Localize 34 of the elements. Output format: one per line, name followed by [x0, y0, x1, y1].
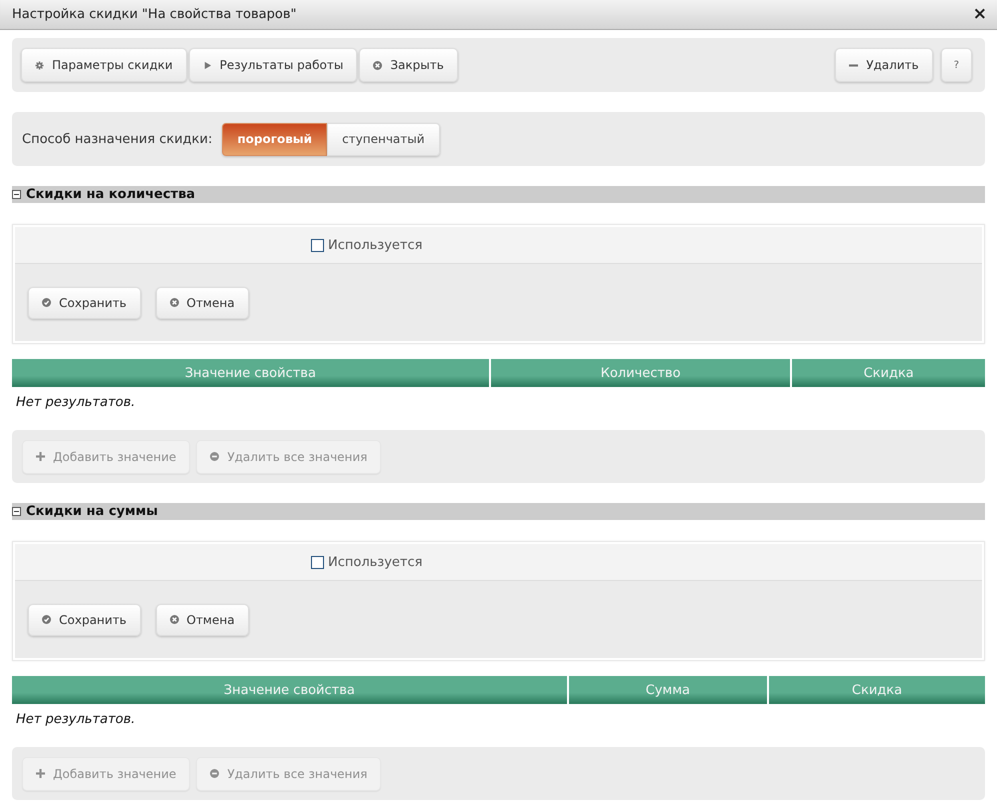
close-button[interactable]: ×: [972, 6, 987, 23]
check-circle-icon: [42, 298, 51, 307]
gear-icon: [35, 60, 44, 70]
section-header[interactable]: Скидки на суммы: [12, 503, 985, 520]
empty-message: Нет результатов.: [15, 394, 136, 412]
toolbar-button[interactable]: Параметры скидки: [21, 48, 187, 82]
cancel-button[interactable]: Отмена: [156, 286, 249, 318]
help-button[interactable]: ?: [940, 48, 972, 82]
section-title: Скидки на количества: [26, 187, 196, 202]
toolbar-button[interactable]: Результаты работы: [188, 48, 358, 82]
used-checkbox[interactable]: Используется: [311, 554, 422, 570]
plus-icon: [36, 452, 45, 461]
collapse-icon[interactable]: [12, 507, 21, 516]
cancel-button[interactable]: Отмена: [156, 604, 249, 636]
save-button[interactable]: Сохранить: [28, 604, 140, 636]
collapse-icon[interactable]: [12, 190, 21, 199]
empty-message: Нет результатов.: [15, 711, 136, 729]
section-header[interactable]: Скидки на количества: [12, 186, 985, 203]
mode-label: Способ назначения скидки:: [22, 132, 212, 146]
minus-circle-icon: [210, 452, 220, 461]
used-checkbox[interactable]: Используется: [311, 238, 422, 252]
toolbar-button[interactable]: Закрыть: [359, 48, 458, 82]
close-circle-icon: [170, 298, 178, 307]
save-button[interactable]: Сохранить: [28, 286, 140, 318]
play-icon: [202, 60, 212, 70]
close-circle-icon: [170, 615, 178, 624]
plus-icon: [36, 769, 45, 778]
close-circle-icon: [373, 60, 382, 70]
delete-button[interactable]: Удалить: [835, 48, 933, 82]
section-title: Скидки на суммы: [26, 504, 158, 519]
mode-option[interactable]: ступенчатый: [327, 122, 440, 156]
check-circle-icon: [42, 615, 51, 624]
minus-circle-icon: [210, 769, 220, 778]
window-title: Настройка скидки "На свойства товаров": [12, 7, 296, 22]
